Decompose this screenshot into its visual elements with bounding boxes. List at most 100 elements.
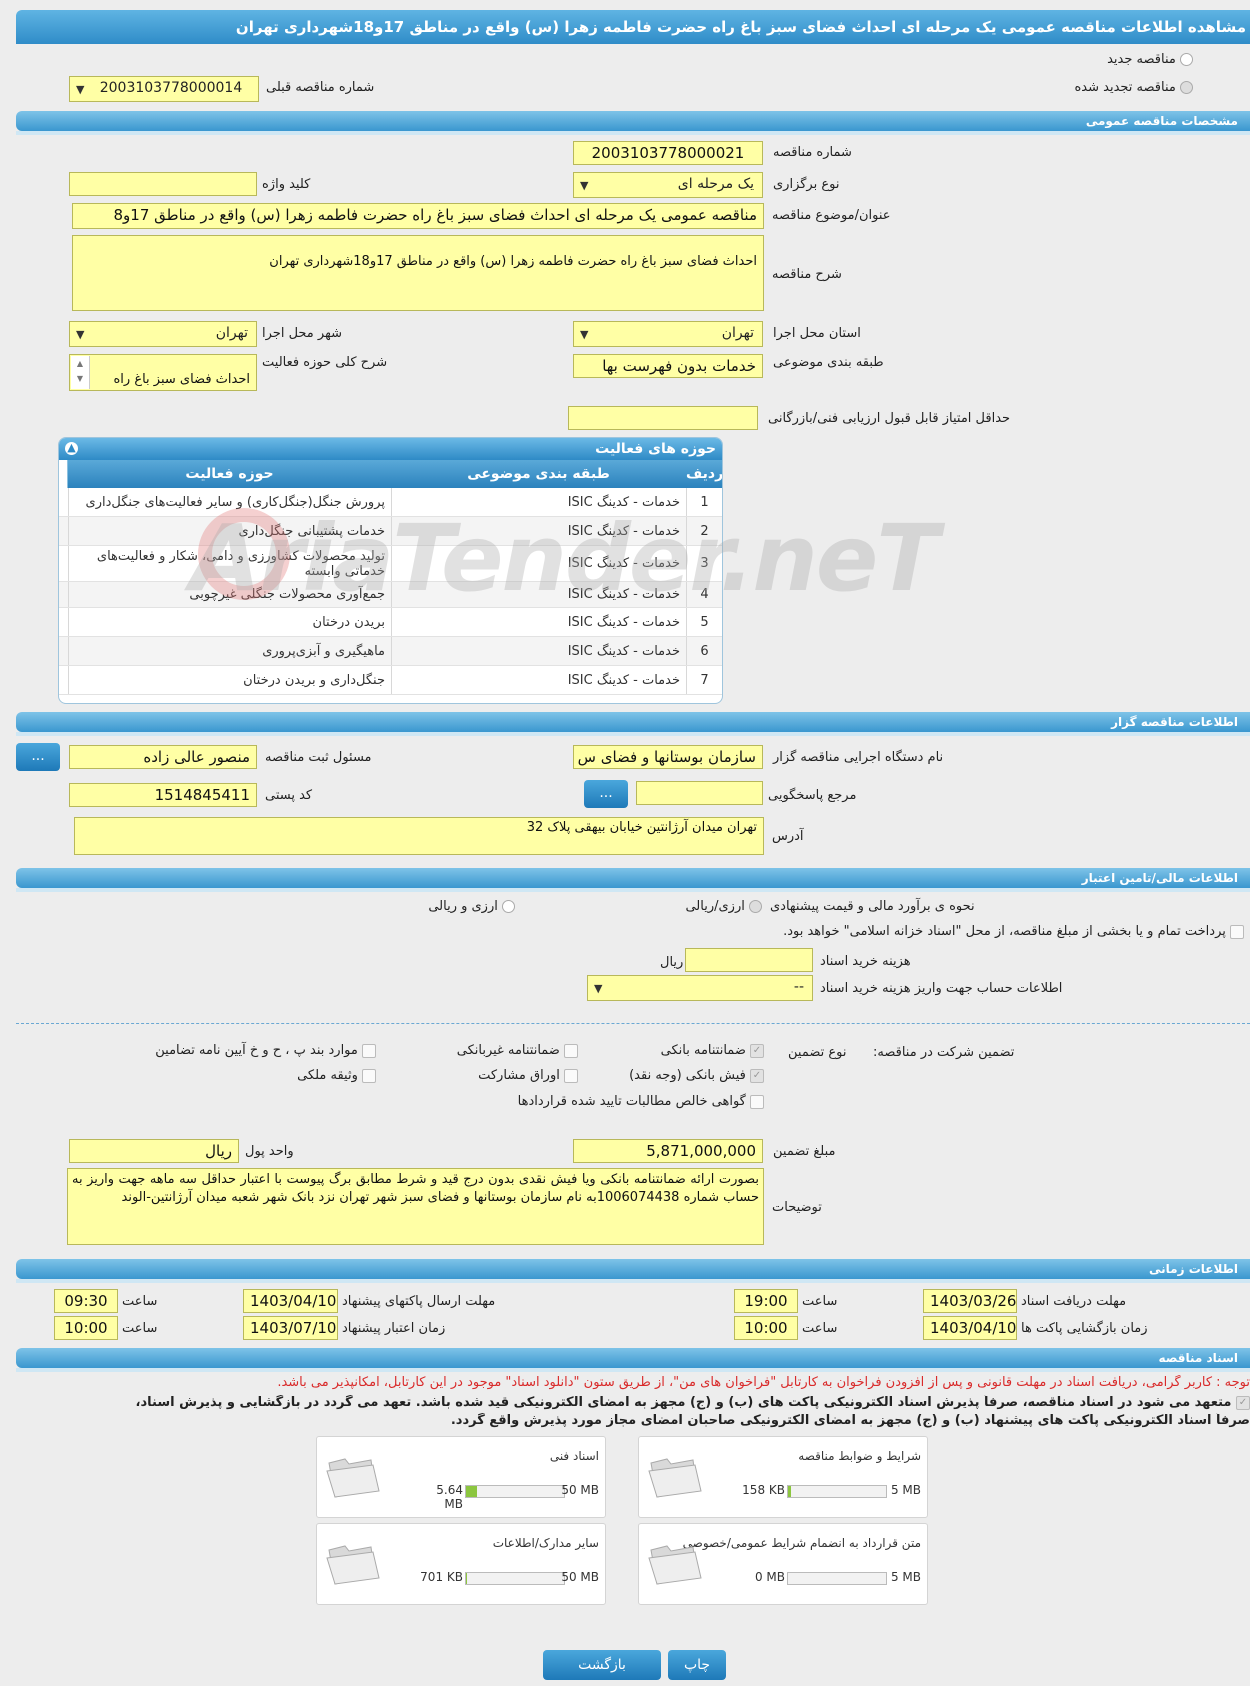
bank-receipt-checkbox[interactable] <box>750 1068 764 1083</box>
guarantee-notes-field[interactable]: بصورت ارائه ضمانتنامه بانکی ویا فیش نقدی… <box>67 1168 764 1245</box>
submit-deadline-time-field[interactable]: 09:30 <box>54 1289 118 1313</box>
min-score-field[interactable] <box>568 406 758 430</box>
validity-date-field[interactable]: 1403/07/10 <box>243 1316 338 1340</box>
opening-time-field[interactable]: 10:00 <box>734 1316 798 1340</box>
account-info-label: اطلاعات حساب جهت واریز هزینه خرید اسناد <box>820 981 1063 996</box>
prev-tender-label: شماره مناقصه قبلی <box>266 80 375 95</box>
validity-time-field[interactable]: 10:00 <box>54 1316 118 1340</box>
doc-size-fill <box>466 1486 478 1497</box>
scroll-down-icon[interactable]: ▼ <box>77 374 83 383</box>
reference-field[interactable] <box>636 781 763 805</box>
opening-date-field[interactable]: 1403/04/10 <box>923 1316 1017 1340</box>
row-category: خدمات - کدینگ ISIC <box>391 546 686 581</box>
description-label: شرح مناقصه <box>772 267 842 282</box>
scroll-up-icon[interactable]: ▲ <box>77 359 83 368</box>
commitment-checkbox[interactable] <box>1236 1395 1250 1410</box>
bank-guarantee-option[interactable]: ضمانتنامه بانکی <box>661 1043 764 1058</box>
property-option[interactable]: وثیقه ملکی <box>297 1068 376 1083</box>
option-rial[interactable]: ارزی/ریالی <box>685 899 762 914</box>
account-info-select[interactable]: ▼ -- <box>587 975 813 1001</box>
doc-cost-field[interactable] <box>685 948 813 972</box>
doc-size-progress <box>465 1485 565 1498</box>
reference-more-button[interactable]: ... <box>584 780 628 808</box>
renewed-tender-option[interactable]: مناقصه تجدید شده <box>1074 80 1193 95</box>
row-category: خدمات - کدینگ ISIC <box>391 517 686 545</box>
org-name-label: نام دستگاه اجرایی مناقصه گزار <box>773 750 944 765</box>
doc-deadline-time-field[interactable]: 19:00 <box>734 1289 798 1313</box>
doc-size-progress <box>787 1572 887 1585</box>
submit-deadline-date-field[interactable]: 1403/04/10 <box>243 1289 338 1313</box>
section-organizer: اطلاعات مناقصه گزار <box>16 712 1250 736</box>
fx-rial-radio[interactable] <box>502 900 515 913</box>
new-tender-option[interactable]: مناقصه جدید <box>1107 52 1193 67</box>
doc-current-size: 0 MB <box>754 1570 785 1584</box>
rial-radio[interactable] <box>749 900 762 913</box>
net-claims-option[interactable]: گواهی خالص مطالبات تایید شده قراردادها <box>518 1094 764 1109</box>
treasury-checkbox[interactable] <box>1230 924 1244 939</box>
tender-number-field[interactable]: 2003103778000021 <box>573 141 763 165</box>
subject-field[interactable]: مناقصه عمومی یک مرحله ای احداث فضای سبز … <box>72 203 764 229</box>
postal-code-label: کد پستی <box>265 788 313 803</box>
doc-card[interactable]: اسناد فنی 5.64 MB 50 MB <box>316 1436 606 1518</box>
row-category: خدمات - کدینگ ISIC <box>391 637 686 665</box>
address-field[interactable]: تهران میدان آرژانتین خیابان بیهقی پلاک 3… <box>74 817 764 855</box>
table-row: 5 خدمات - کدینگ ISIC بریدن درختان <box>59 608 722 637</box>
postal-code-field[interactable]: 1514845411 <box>69 783 257 807</box>
treasury-option[interactable]: پرداخت تمام و یا بخشی از مبلغ مناقصه، از… <box>783 924 1244 939</box>
doc-card[interactable]: سایر مدارک/اطلاعات 701 KB 50 MB <box>316 1523 606 1605</box>
option-fx-rial[interactable]: ارزی و ریالی <box>428 899 515 914</box>
back-button[interactable]: بازگشت <box>543 1650 661 1680</box>
divider <box>16 1023 1250 1024</box>
opening-time-label: ساعت <box>802 1321 838 1336</box>
province-label: استان محل اجرا <box>773 326 861 341</box>
collapse-icon[interactable]: ▲ <box>65 442 78 455</box>
net-claims-checkbox[interactable] <box>750 1094 764 1109</box>
table-row: 6 خدمات - کدینگ ISIC ماهیگیری و آبزی‌پروری <box>59 637 722 666</box>
bank-guarantee-checkbox[interactable] <box>750 1043 764 1058</box>
property-checkbox[interactable] <box>362 1068 376 1083</box>
non-bank-guarantee-option[interactable]: ضمانتنامه غیربانکی <box>457 1043 578 1058</box>
col-activity-header: حوزه فعالیت <box>67 460 391 488</box>
keyword-label: کلید واژه <box>262 177 311 192</box>
description-field[interactable]: احداث فضای سبز باغ راه حضرت فاطمه زهرا (… <box>72 235 764 311</box>
holding-type-select[interactable]: ▼ یک مرحله ای <box>573 172 763 198</box>
activities-table-header: حوزه های فعالیت ▲ <box>59 438 722 460</box>
clause-checkbox[interactable] <box>362 1043 376 1058</box>
doc-deadline-date-field[interactable]: 1403/03/26 <box>923 1289 1017 1313</box>
bonds-option[interactable]: اوراق مشارکت <box>478 1068 578 1083</box>
new-tender-radio[interactable] <box>1180 53 1193 66</box>
row-index: 4 <box>686 582 722 607</box>
non-bank-guarantee-checkbox[interactable] <box>564 1043 578 1058</box>
registrar-field[interactable]: منصور عالی زاده <box>69 745 257 769</box>
row-category: خدمات - کدینگ ISIC <box>391 582 686 607</box>
chevron-down-icon: ▼ <box>580 328 589 341</box>
category-field[interactable]: خدمات بدون فهرست بها <box>573 354 763 378</box>
chevron-down-icon: ▼ <box>580 179 589 192</box>
doc-size-fill <box>466 1573 468 1584</box>
registrar-more-button[interactable]: ... <box>16 743 60 771</box>
org-name-field[interactable]: سازمان بوستانها و فضای س <box>573 745 763 769</box>
doc-card[interactable]: متن قرارداد به انضمام شرایط عمومی/خصوصی … <box>638 1523 928 1605</box>
guarantee-notes-label: توضیحات <box>772 1200 822 1215</box>
print-button[interactable]: چاپ <box>668 1650 726 1680</box>
prev-tender-select[interactable]: ▼ 2003103778000014 <box>69 76 259 102</box>
activity-scope-field[interactable]: احداث فضای سبز باغ راه <box>69 354 257 391</box>
section-documents: اسناد مناقصه <box>16 1348 1250 1372</box>
doc-card[interactable]: شرایط و ضوابط مناقصه 158 KB 5 MB <box>638 1436 928 1518</box>
guarantee-amount-field[interactable]: 5,871,000,000 <box>573 1139 763 1163</box>
doc-size-progress <box>465 1572 565 1585</box>
city-select[interactable]: ▼ تهران <box>69 321 257 347</box>
validity-label: زمان اعتبار پیشنهاد <box>342 1321 446 1336</box>
keyword-field[interactable] <box>69 172 257 196</box>
watermark-logo <box>198 508 290 600</box>
bonds-checkbox[interactable] <box>564 1068 578 1083</box>
scrollbar[interactable]: ▲ ▼ <box>71 356 90 389</box>
folder-icon <box>648 1545 702 1585</box>
row-index: 3 <box>686 546 722 581</box>
clause-option[interactable]: موارد بند پ ، ح و خ آیین نامه تضامین <box>155 1043 376 1058</box>
currency-field[interactable]: ریال <box>69 1139 239 1163</box>
province-select[interactable]: ▼ تهران <box>573 321 763 347</box>
renewed-tender-radio[interactable] <box>1180 81 1193 94</box>
doc-size-fill <box>788 1486 791 1497</box>
bank-receipt-option[interactable]: فیش بانکی (وجه نقد) <box>629 1068 764 1083</box>
